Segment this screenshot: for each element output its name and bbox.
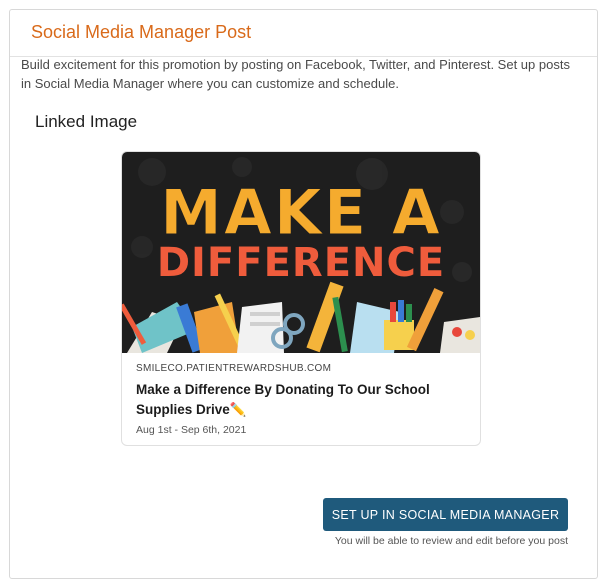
- image-headline-line2: DIFFERENCE: [157, 240, 445, 286]
- panel-header: Social Media Manager Post: [10, 10, 597, 57]
- card-domain: SMILECO.PATIENTREWARDSHUB.COM: [136, 363, 332, 374]
- card-date: Aug 1st - Sep 6th, 2021: [136, 424, 247, 436]
- panel-title: Social Media Manager Post: [31, 22, 252, 42]
- panel-description: Build excitement for this promotion by p…: [21, 57, 570, 91]
- image-headline-line1: MAKE A: [160, 176, 442, 249]
- linked-image-heading: Linked Image: [35, 112, 138, 131]
- setup-social-media-manager-button[interactable]: SET UP IN SOCIAL MEDIA MANAGER: [323, 498, 568, 531]
- link-preview-card[interactable]: MAKE A DIFFERENCE SMILECO.PATIENTREWARDS…: [121, 151, 481, 446]
- card-title: Make a Difference By Donating To Our Sch…: [136, 382, 430, 417]
- review-note: You will be able to review and edit befo…: [334, 535, 568, 547]
- promo-image: MAKE A DIFFERENCE: [122, 152, 480, 353]
